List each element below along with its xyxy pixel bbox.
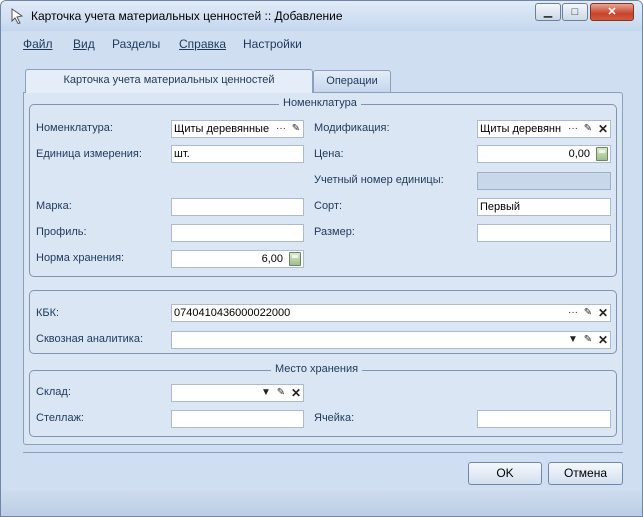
ellipsis-icon[interactable]: ···: [566, 305, 580, 321]
nomenclature-group-title: Номенклатура: [279, 97, 361, 109]
menu-help[interactable]: Справка: [179, 37, 226, 51]
menu-bar: Файл Вид Разделы Справка Настройки: [1, 31, 642, 57]
modification-field[interactable]: Щиты деревянн ··· ✎ ✕: [477, 120, 611, 138]
calculator-icon[interactable]: [289, 252, 301, 266]
pick-icon[interactable]: ✎: [581, 305, 595, 321]
footer-separator: [23, 452, 623, 453]
size-field[interactable]: [477, 224, 611, 242]
account-number-field: [477, 172, 611, 190]
cancel-button[interactable]: Отмена: [548, 462, 623, 485]
warehouse-field[interactable]: ▼ ✎ ✕: [171, 384, 304, 402]
storage-norm-label: Норма хранения:: [36, 252, 125, 264]
price-label: Цена:: [314, 148, 344, 160]
modification-value: Щиты деревянн: [480, 123, 562, 135]
storage-group-title: Место хранения: [271, 363, 363, 375]
minimize-button[interactable]: ▁: [535, 3, 561, 21]
close-icon: ✕: [607, 6, 617, 18]
minimize-icon: ▁: [543, 6, 553, 18]
dropdown-icon[interactable]: ▼: [566, 332, 580, 348]
window-title: Карточка учета материальных ценностей ::…: [31, 9, 343, 23]
pick-icon[interactable]: ✎: [289, 121, 303, 137]
profile-label: Профиль:: [36, 226, 87, 238]
ellipsis-icon[interactable]: ···: [566, 121, 580, 137]
kbk-field[interactable]: 0740410436000022000 ··· ✎ ✕: [171, 304, 611, 322]
unit-field[interactable]: шт.: [171, 145, 304, 163]
storage-norm-field[interactable]: 6,00: [171, 250, 304, 268]
clear-icon[interactable]: ✕: [596, 332, 610, 348]
cell-field[interactable]: [477, 410, 611, 428]
pick-icon[interactable]: ✎: [581, 332, 595, 348]
menu-file[interactable]: Файл: [23, 37, 53, 51]
close-button[interactable]: ✕: [590, 3, 634, 21]
nomenclature-value: Щиты деревянные: [174, 123, 270, 135]
price-field[interactable]: 0,00: [477, 145, 611, 163]
modification-label: Модификация:: [314, 122, 390, 134]
analytics-field[interactable]: ▼ ✎ ✕: [171, 331, 611, 349]
clear-icon[interactable]: ✕: [596, 121, 610, 137]
cell-label: Ячейка:: [314, 412, 355, 424]
calculator-icon[interactable]: [596, 147, 608, 161]
maximize-button[interactable]: □: [562, 3, 588, 21]
warehouse-label: Склад:: [36, 386, 71, 398]
title-bar[interactable]: Карточка учета материальных ценностей ::…: [1, 1, 642, 31]
account-number-label: Учетный номер единицы:: [314, 174, 444, 186]
nomenclature-field[interactable]: Щиты деревянные ··· ✎: [171, 120, 304, 138]
status-bar: [1, 490, 642, 516]
kbk-value: 0740410436000022000: [174, 307, 291, 319]
pick-icon[interactable]: ✎: [274, 385, 288, 401]
ok-button[interactable]: OK: [468, 462, 542, 485]
app-icon: [11, 8, 24, 24]
ellipsis-icon[interactable]: ···: [274, 121, 288, 137]
storage-norm-value: 6,00: [261, 253, 283, 265]
grade-label: Сорт:: [314, 200, 343, 212]
kbk-label: КБК:: [36, 307, 60, 319]
rack-label: Стеллаж:: [36, 412, 84, 424]
grade-value: Первый: [480, 201, 521, 213]
menu-sections[interactable]: Разделы: [112, 37, 160, 51]
dialog-window: Карточка учета материальных ценностей ::…: [0, 0, 643, 517]
clear-icon[interactable]: ✕: [289, 385, 303, 401]
tab-panel: Номенклатура Номенклатура: Щиты деревянн…: [23, 92, 623, 445]
maximize-icon: □: [571, 6, 579, 18]
tab-card[interactable]: Карточка учета материальных ценностей: [25, 69, 313, 93]
unit-label: Единица измерения:: [36, 148, 142, 160]
nomenclature-label: Номенклатура:: [36, 122, 113, 134]
menu-settings[interactable]: Настройки: [243, 37, 302, 51]
pick-icon[interactable]: ✎: [581, 121, 595, 137]
menu-view[interactable]: Вид: [73, 37, 95, 51]
profile-field[interactable]: [171, 224, 304, 242]
brand-label: Марка:: [36, 200, 72, 212]
size-label: Размер:: [314, 226, 355, 238]
analytics-label: Сквозная аналитика:: [36, 333, 144, 345]
dropdown-icon[interactable]: ▼: [259, 385, 273, 401]
brand-field[interactable]: [171, 198, 304, 216]
unit-value: шт.: [174, 148, 190, 160]
clear-icon[interactable]: ✕: [596, 305, 610, 321]
rack-field[interactable]: [171, 410, 304, 428]
price-value: 0,00: [568, 148, 590, 160]
grade-field[interactable]: Первый: [477, 198, 611, 216]
tab-operations[interactable]: Операции: [313, 70, 391, 92]
